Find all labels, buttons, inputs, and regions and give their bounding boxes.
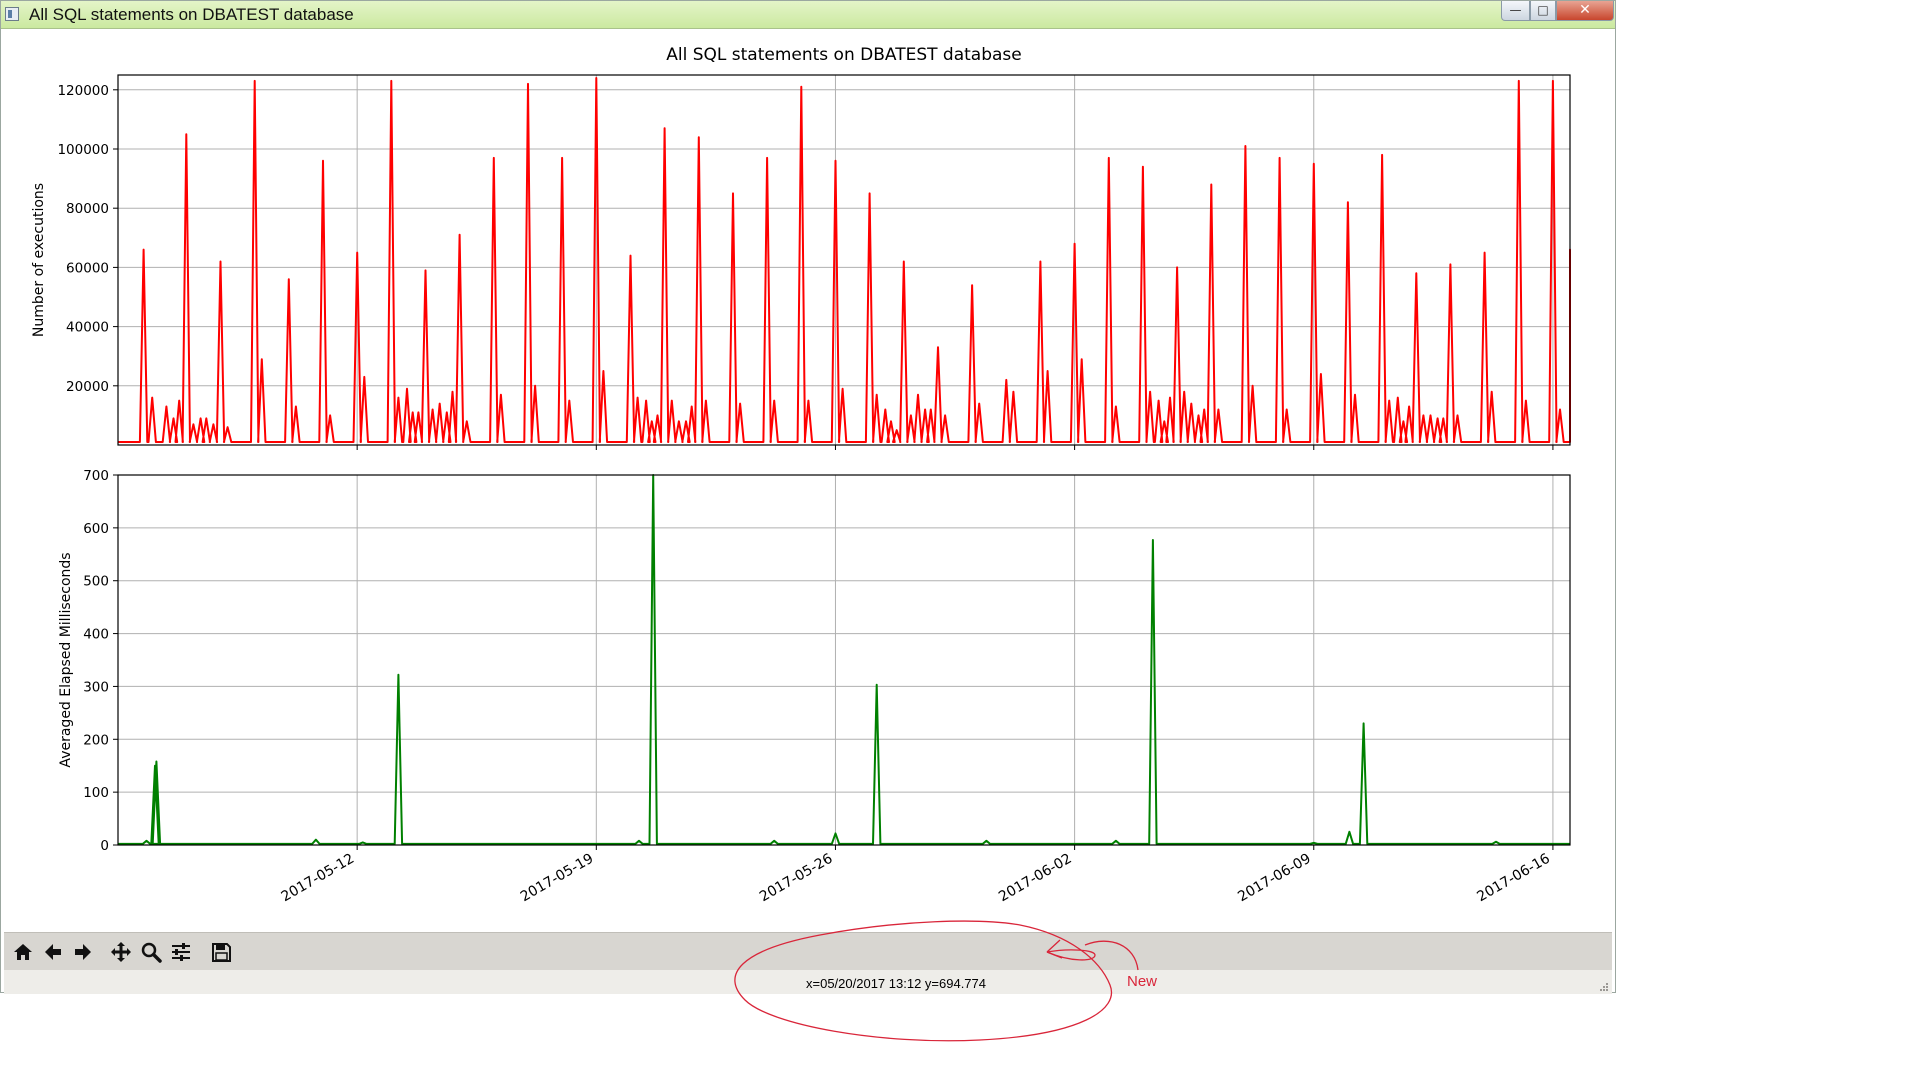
hand-drawn-annotation [734, 920, 1139, 1042]
annotation-label: New [1127, 973, 1158, 990]
